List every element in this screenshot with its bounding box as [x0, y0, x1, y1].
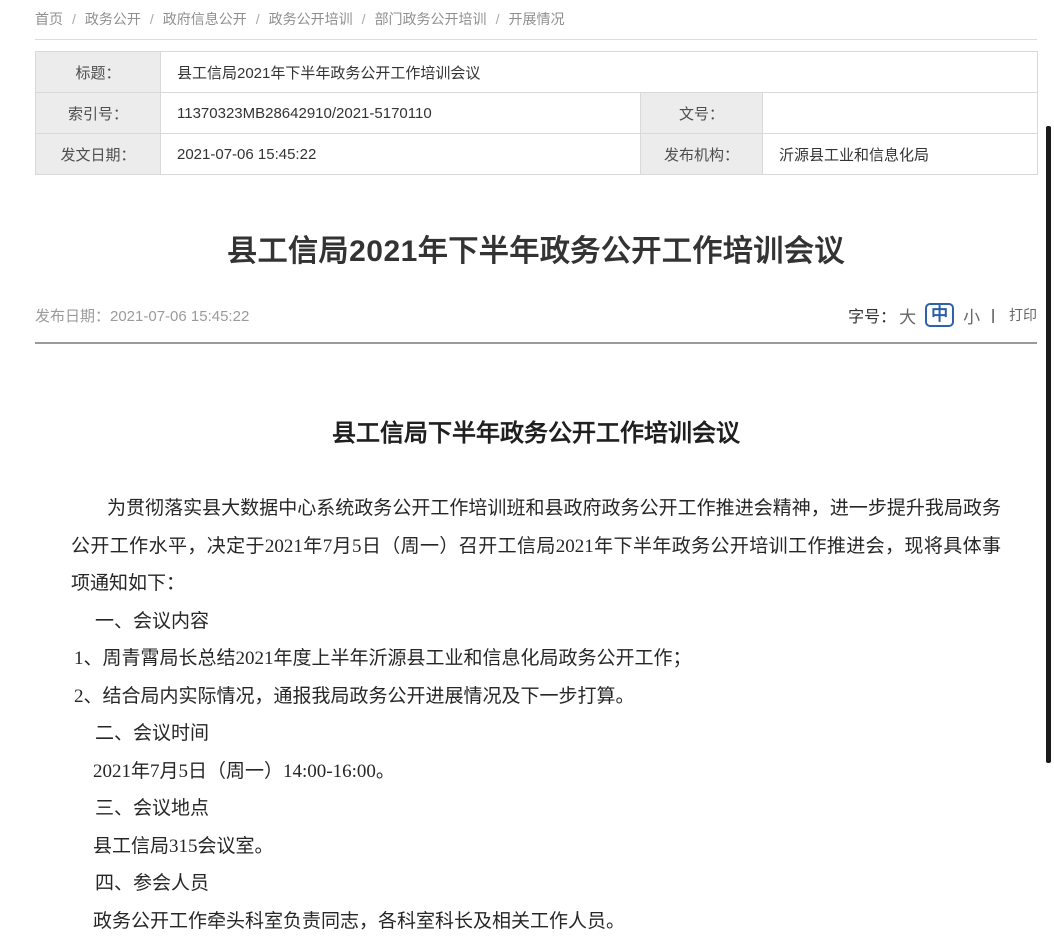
article: 县工信局下半年政务公开工作培训会议 为贯彻落实县大数据中心系统政务公开工作培训班… — [35, 418, 1037, 940]
controls-divider: | — [991, 307, 995, 324]
breadcrumb-separator: / — [72, 11, 76, 27]
scrollbar-thumb[interactable] — [1046, 126, 1051, 763]
article-title: 县工信局下半年政务公开工作培训会议 — [71, 418, 1001, 450]
breadcrumb-separator: / — [150, 11, 154, 27]
breadcrumb-separator: / — [496, 11, 500, 27]
article-paragraph: 四、参会人员 — [71, 865, 1001, 903]
article-paragraph: 1、周青霄局长总结2021年度上半年沂源县工业和信息化局政务公开工作； — [71, 640, 1001, 678]
meta-row-index: 索引号： 11370323MB28642910/2021-5170110 文号： — [36, 93, 1038, 134]
article-paragraph: 县工信局315会议室。 — [71, 828, 1001, 866]
breadcrumb-item-4[interactable]: 部门政务公开培训 — [375, 11, 487, 27]
font-size-small-button[interactable]: 小 — [963, 303, 980, 328]
article-paragraph: 二、会议时间 — [71, 715, 1001, 753]
breadcrumb-item-1[interactable]: 政务公开 — [85, 11, 141, 27]
breadcrumb-item-0[interactable]: 首页 — [35, 11, 63, 27]
font-size-large-button[interactable]: 大 — [899, 303, 916, 328]
article-paragraph: 为贯彻落实县大数据中心系统政务公开工作培训班和县政府政务公开工作推进会精神，进一… — [71, 490, 1001, 603]
document-meta-table: 标题： 县工信局2021年下半年政务公开工作培训会议 索引号： 11370323… — [35, 51, 1038, 175]
title-label: 标题： — [36, 52, 161, 93]
breadcrumb-separator: / — [362, 11, 366, 27]
doc-number-value — [763, 93, 1038, 134]
font-size-medium-button[interactable]: 中 — [925, 303, 954, 327]
publisher-label: 发布机构： — [641, 134, 763, 175]
title-divider — [35, 342, 1037, 344]
publisher-value: 沂源县工业和信息化局 — [763, 134, 1038, 175]
meta-row-date: 发文日期： 2021-07-06 15:45:22 发布机构： 沂源县工业和信息… — [36, 134, 1038, 175]
breadcrumb-item-2[interactable]: 政府信息公开 — [163, 11, 247, 27]
page-title: 县工信局2021年下半年政务公开工作培训会议 — [35, 233, 1037, 271]
print-button[interactable]: 打印 — [1009, 305, 1037, 325]
page-container: 首页 / 政务公开 / 政府信息公开 / 政务公开培训 / 部门政务公开培训 / 开展情况 标题： … — [35, 0, 1037, 940]
font-size-label: 字号： — [848, 303, 896, 327]
index-number-label: 索引号： — [36, 93, 161, 134]
article-paragraph: 一、会议内容 — [71, 603, 1001, 641]
article-body: 为贯彻落实县大数据中心系统政务公开工作培训班和县政府政务公开工作推进会精神，进一… — [71, 490, 1001, 940]
issue-date-label: 发文日期： — [36, 134, 161, 175]
breadcrumb-item-3[interactable]: 政务公开培训 — [269, 11, 353, 27]
article-paragraph: 政务公开工作牵头科室负责同志，各科室科长及相关工作人员。 — [71, 903, 1001, 940]
breadcrumb-item-5[interactable]: 开展情况 — [508, 11, 564, 27]
article-paragraph: 2021年7月5日（周一）14:00-16:00。 — [71, 753, 1001, 791]
article-paragraph: 2、结合局内实际情况，通报我局政务公开进展情况及下一步打算。 — [71, 678, 1001, 716]
index-number-value: 11370323MB28642910/2021-5170110 — [161, 93, 641, 134]
issue-date-value: 2021-07-06 15:45:22 — [161, 134, 641, 175]
font-size-controls: 字号： 大 中 小 | 打印 — [848, 303, 1037, 328]
doc-number-label: 文号： — [641, 93, 763, 134]
article-meta-row: 发布日期：2021-07-06 15:45:22 字号： 大 中 小 | 打印 — [35, 303, 1037, 327]
breadcrumb-separator: / — [256, 11, 260, 27]
meta-row-title: 标题： 县工信局2021年下半年政务公开工作培训会议 — [36, 52, 1038, 93]
breadcrumb: 首页 / 政务公开 / 政府信息公开 / 政务公开培训 / 部门政务公开培训 / 开展情况 — [35, 0, 1037, 40]
publish-date: 发布日期：2021-07-06 15:45:22 — [35, 305, 249, 326]
title-value: 县工信局2021年下半年政务公开工作培训会议 — [161, 52, 1038, 93]
article-paragraph: 三、会议地点 — [71, 790, 1001, 828]
